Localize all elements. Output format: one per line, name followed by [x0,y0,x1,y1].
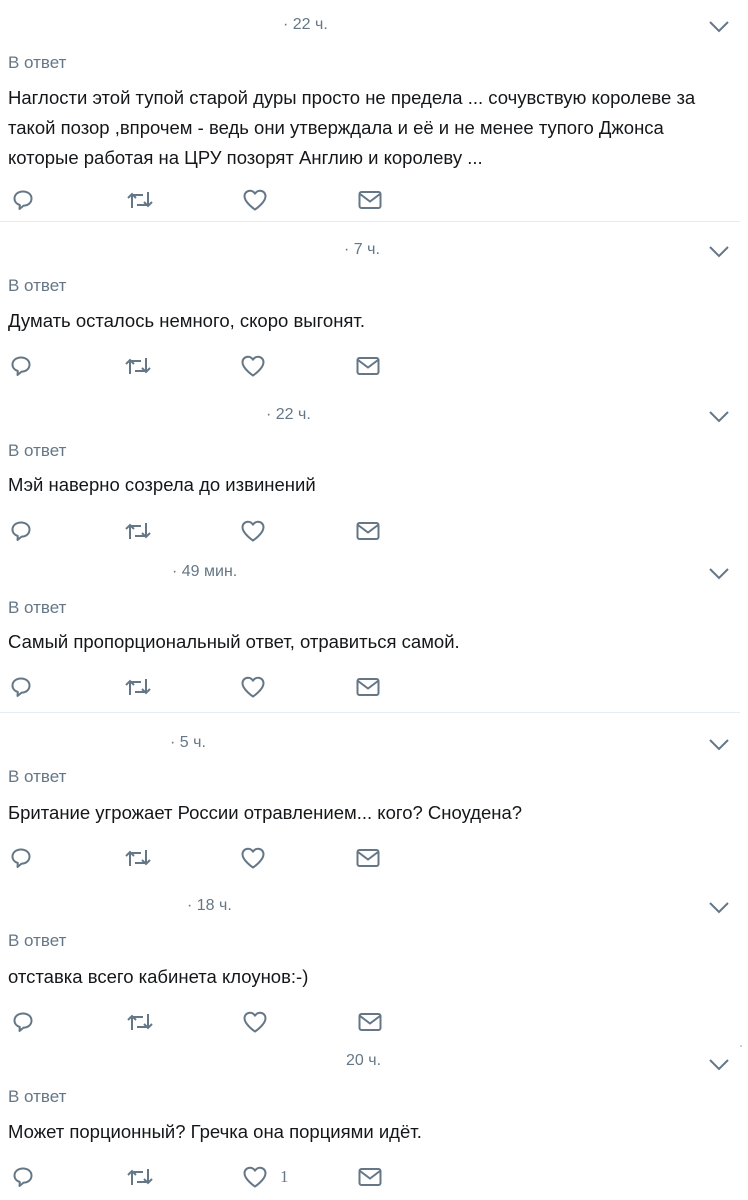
tweet-timestamp[interactable]: · 49 мин. [172,563,237,581]
reply-icon [13,1012,33,1032]
retweet-icon [127,1014,153,1030]
retweet-button[interactable] [124,518,152,544]
divider [0,221,740,222]
tweet-timestamp[interactable]: · 7 ч. [344,241,380,259]
tweet-text: Самый пропорциональный ответ, отравиться… [8,631,460,652]
reply-context-label[interactable]: В ответ [8,1087,66,1107]
retweet-button[interactable] [126,1009,154,1035]
scroll-edge-mark [740,1045,742,1047]
reply-button[interactable] [11,1164,35,1190]
retweet-icon [125,523,151,539]
tweet-text: Британие угрожает России отравлением... … [8,802,523,823]
tweet-text: Может порционный? Гречка она порциями ид… [8,1121,422,1142]
tweet-timestamp[interactable]: · 22 ч. [266,406,311,424]
like-button[interactable] [240,518,266,544]
envelope-icon [356,678,380,696]
reply-icon [11,521,31,541]
retweet-icon [127,192,153,208]
envelope-icon [358,1013,382,1031]
like-button[interactable] [240,845,266,871]
chevron-down-icon[interactable] [708,245,730,259]
reply-icon [11,677,31,697]
tweet-actions [0,187,420,213]
reply-button[interactable] [9,353,33,379]
tweet-actions [0,518,420,544]
retweet-icon [125,850,151,866]
heart-icon [241,520,265,542]
tweet-actions: 1 [0,1164,420,1190]
reply-icon [11,848,31,868]
retweet-button[interactable] [124,353,152,379]
reply-button[interactable] [9,518,33,544]
envelope-icon [356,522,380,540]
reply-context-label[interactable]: В ответ [8,276,66,296]
chevron-down-icon[interactable] [708,410,730,424]
heart-icon [241,355,265,377]
tweet-timestamp[interactable]: 20 ч. [346,1052,381,1070]
retweet-button[interactable] [126,1164,154,1190]
direct-message-button[interactable] [355,845,381,871]
reply-button[interactable] [11,187,35,213]
like-count: 1 [280,1167,289,1186]
direct-message-button[interactable] [357,187,383,213]
tweet-actions [0,845,420,871]
chevron-down-icon[interactable] [708,567,730,581]
heart-icon [243,1011,267,1033]
reply-button[interactable] [11,1009,35,1035]
tweet-actions [0,674,420,700]
direct-message-button[interactable] [355,674,381,700]
envelope-icon [356,357,380,375]
retweet-button[interactable] [124,674,152,700]
tweet-actions [0,1009,420,1035]
retweet-icon [125,358,151,374]
envelope-icon [356,849,380,867]
like-button[interactable] [240,674,266,700]
heart-icon [243,1166,267,1188]
tweet-text: Думать осталось немного, скоро выгонят. [8,310,365,331]
like-button[interactable] [242,1009,268,1035]
retweet-icon [127,1169,153,1185]
tweet-timestamp[interactable]: · 18 ч. [187,897,232,915]
tweet-text: Наглости этой тупой старой дуры просто н… [8,87,696,168]
reply-context-label[interactable]: В ответ [8,598,66,618]
chevron-down-icon[interactable] [708,738,730,752]
retweet-button[interactable] [124,845,152,871]
divider [0,712,740,713]
chevron-down-icon[interactable] [708,901,730,915]
tweet-text: отставка всего кабинета клоунов:-) [8,966,309,987]
reply-button[interactable] [9,674,33,700]
chevron-down-icon[interactable] [708,20,730,34]
heart-icon [241,676,265,698]
heart-icon [243,189,267,211]
like-button[interactable] [242,187,268,213]
direct-message-button[interactable] [355,518,381,544]
direct-message-button[interactable] [355,353,381,379]
tweet-text: Мэй наверно созрела до извинений [8,474,316,495]
reply-context-label[interactable]: В ответ [8,441,66,461]
chevron-down-icon[interactable] [708,1058,730,1072]
reply-icon [13,1167,33,1187]
reply-button[interactable] [9,845,33,871]
reply-icon [13,190,33,210]
direct-message-button[interactable] [357,1164,383,1190]
retweet-button[interactable] [126,187,154,213]
tweet-actions [0,353,420,379]
direct-message-button[interactable] [357,1009,383,1035]
like-button[interactable]: 1 [242,1164,289,1190]
heart-icon [241,847,265,869]
tweet-timestamp[interactable]: · 5 ч. [170,734,206,752]
reply-context-label[interactable]: В ответ [8,53,66,73]
reply-context-label[interactable]: В ответ [8,931,66,951]
envelope-icon [358,191,382,209]
reply-icon [11,356,31,376]
reply-context-label[interactable]: В ответ [8,767,66,787]
envelope-icon [358,1168,382,1186]
retweet-icon [125,679,151,695]
like-button[interactable] [240,353,266,379]
tweet-timestamp[interactable]: · 22 ч. [283,16,328,34]
